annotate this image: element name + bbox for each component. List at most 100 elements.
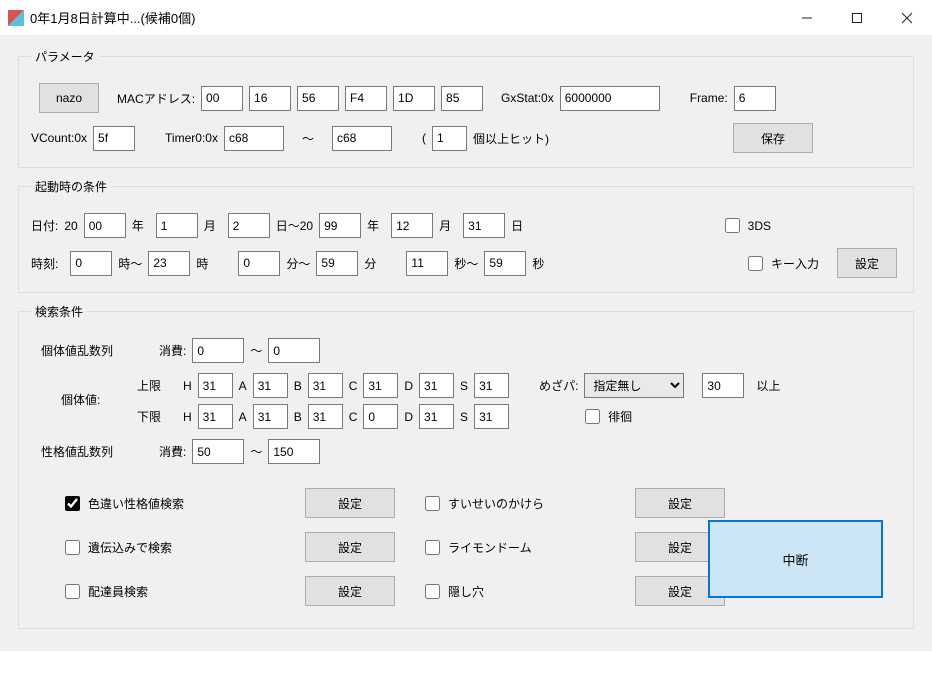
cb-3ds[interactable]: 3DS <box>725 218 771 233</box>
nature-consume-to[interactable] <box>268 439 320 464</box>
upper-s[interactable] <box>474 373 509 398</box>
abort-button[interactable]: 中断 <box>708 520 883 598</box>
iv-consume-from[interactable] <box>192 338 244 363</box>
lower-s[interactable] <box>474 404 509 429</box>
min-lbl: 分 <box>364 255 376 272</box>
cb-3ds-box[interactable] <box>725 218 740 233</box>
upper-b[interactable] <box>308 373 343 398</box>
minimize-button[interactable] <box>782 0 832 36</box>
iv-seq-label: 個体値乱数列 <box>41 342 153 359</box>
lower-d[interactable] <box>419 404 454 429</box>
cb-roam-box[interactable] <box>585 409 600 424</box>
sec-sep: 秒～ <box>454 255 478 272</box>
cb-shiny[interactable]: 色違い性格値検索 <box>65 495 275 512</box>
mac-1[interactable] <box>249 86 291 111</box>
year-prefix-from: 20 <box>64 219 77 233</box>
cb-delivery-label: 配達員検索 <box>88 583 148 600</box>
mac-2[interactable] <box>297 86 339 111</box>
group-startup-title: 起動時の条件 <box>31 178 111 195</box>
lower-c[interactable] <box>363 404 398 429</box>
lbl-d: D <box>404 379 413 393</box>
cb-suisei[interactable]: すいせいのかけら <box>425 495 605 512</box>
close-button[interactable] <box>882 0 932 36</box>
hit-count[interactable] <box>432 126 467 151</box>
mac-5[interactable] <box>441 86 483 111</box>
sec-lbl: 秒 <box>532 255 544 272</box>
mac-4[interactable] <box>393 86 435 111</box>
hour-from[interactable] <box>70 251 112 276</box>
day-to[interactable] <box>463 213 505 238</box>
cb-raimon[interactable]: ライモンドーム <box>425 539 605 556</box>
lbl-s: S <box>460 379 468 393</box>
min-from[interactable] <box>238 251 280 276</box>
cb-inherit[interactable]: 遺伝込みで検索 <box>65 539 275 556</box>
hour-to[interactable] <box>148 251 190 276</box>
upper-c[interactable] <box>363 373 398 398</box>
sec-from[interactable] <box>406 251 448 276</box>
client-area: パラメータ nazo MACアドレス: GxStat:0x Frame: VCo… <box>0 36 932 651</box>
cb-inherit-box[interactable] <box>65 540 80 555</box>
hp-power[interactable] <box>702 373 744 398</box>
month-to[interactable] <box>391 213 433 238</box>
nazo-button[interactable]: nazo <box>39 83 99 113</box>
month-lbl1: 月 <box>204 217 216 234</box>
cb-shiny-label: 色違い性格値検索 <box>88 495 184 512</box>
nature-consume-from[interactable] <box>192 439 244 464</box>
min-to[interactable] <box>316 251 358 276</box>
cb-roam-label: 徘徊 <box>608 408 632 425</box>
mac-0[interactable] <box>201 86 243 111</box>
window-title: 0年1月8日計算中...(候補0個) <box>30 8 782 27</box>
timer0-from[interactable] <box>224 126 284 151</box>
date-label: 日付: <box>31 217 58 234</box>
cb-key-input[interactable]: キー入力 <box>748 255 819 272</box>
cb-delivery-box[interactable] <box>65 584 80 599</box>
maximize-button[interactable] <box>832 0 882 36</box>
day-from[interactable] <box>228 213 270 238</box>
cb-roam[interactable]: 徘徊 <box>585 408 632 425</box>
gxstat-input[interactable] <box>560 86 660 111</box>
nature-consume-sep: ～ <box>250 443 262 460</box>
hp-type-select[interactable]: 指定無し <box>584 373 684 398</box>
day-lbl2: 日 <box>511 217 523 234</box>
year-lbl2: 年 <box>367 217 379 234</box>
upper-h[interactable] <box>198 373 233 398</box>
nature-consume-label: 消費: <box>159 443 186 460</box>
upper-a[interactable] <box>253 373 288 398</box>
mac-label: MACアドレス: <box>117 90 195 107</box>
cb-raimon-box[interactable] <box>425 540 440 555</box>
iv-consume-sep: ～ <box>250 342 262 359</box>
btn-inherit-set[interactable]: 設定 <box>305 532 395 562</box>
cb-3ds-label: 3DS <box>748 219 771 233</box>
frame-input[interactable] <box>734 86 776 111</box>
btn-delivery-set[interactable]: 設定 <box>305 576 395 606</box>
hit-open: ( <box>422 131 426 145</box>
nature-seq-label: 性格値乱数列 <box>41 443 153 460</box>
startup-set-button[interactable]: 設定 <box>837 248 897 278</box>
cb-shiny-box[interactable] <box>65 496 80 511</box>
cb-suisei-label: すいせいのかけら <box>448 495 544 512</box>
lower-h[interactable] <box>198 404 233 429</box>
time-label: 時刻: <box>31 255 58 272</box>
btn-shiny-set[interactable]: 設定 <box>305 488 395 518</box>
btn-suisei-set[interactable]: 設定 <box>635 488 725 518</box>
lower-a[interactable] <box>253 404 288 429</box>
lower-b[interactable] <box>308 404 343 429</box>
lbl-h: H <box>183 379 192 393</box>
sec-to[interactable] <box>484 251 526 276</box>
cb-key-input-box[interactable] <box>748 256 763 271</box>
mac-3[interactable] <box>345 86 387 111</box>
hp-label: めざパ: <box>539 377 578 394</box>
upper-d[interactable] <box>419 373 454 398</box>
cb-hole[interactable]: 隠し穴 <box>425 583 605 600</box>
cb-hole-box[interactable] <box>425 584 440 599</box>
cb-suisei-box[interactable] <box>425 496 440 511</box>
vcount-input[interactable] <box>93 126 135 151</box>
year-from[interactable] <box>84 213 126 238</box>
cb-delivery[interactable]: 配達員検索 <box>65 583 275 600</box>
save-button[interactable]: 保存 <box>733 123 813 153</box>
iv-consume-to[interactable] <box>268 338 320 363</box>
year-to[interactable] <box>319 213 361 238</box>
iv-label: 個体値: <box>61 373 131 408</box>
timer0-to[interactable] <box>332 126 392 151</box>
month-from[interactable] <box>156 213 198 238</box>
